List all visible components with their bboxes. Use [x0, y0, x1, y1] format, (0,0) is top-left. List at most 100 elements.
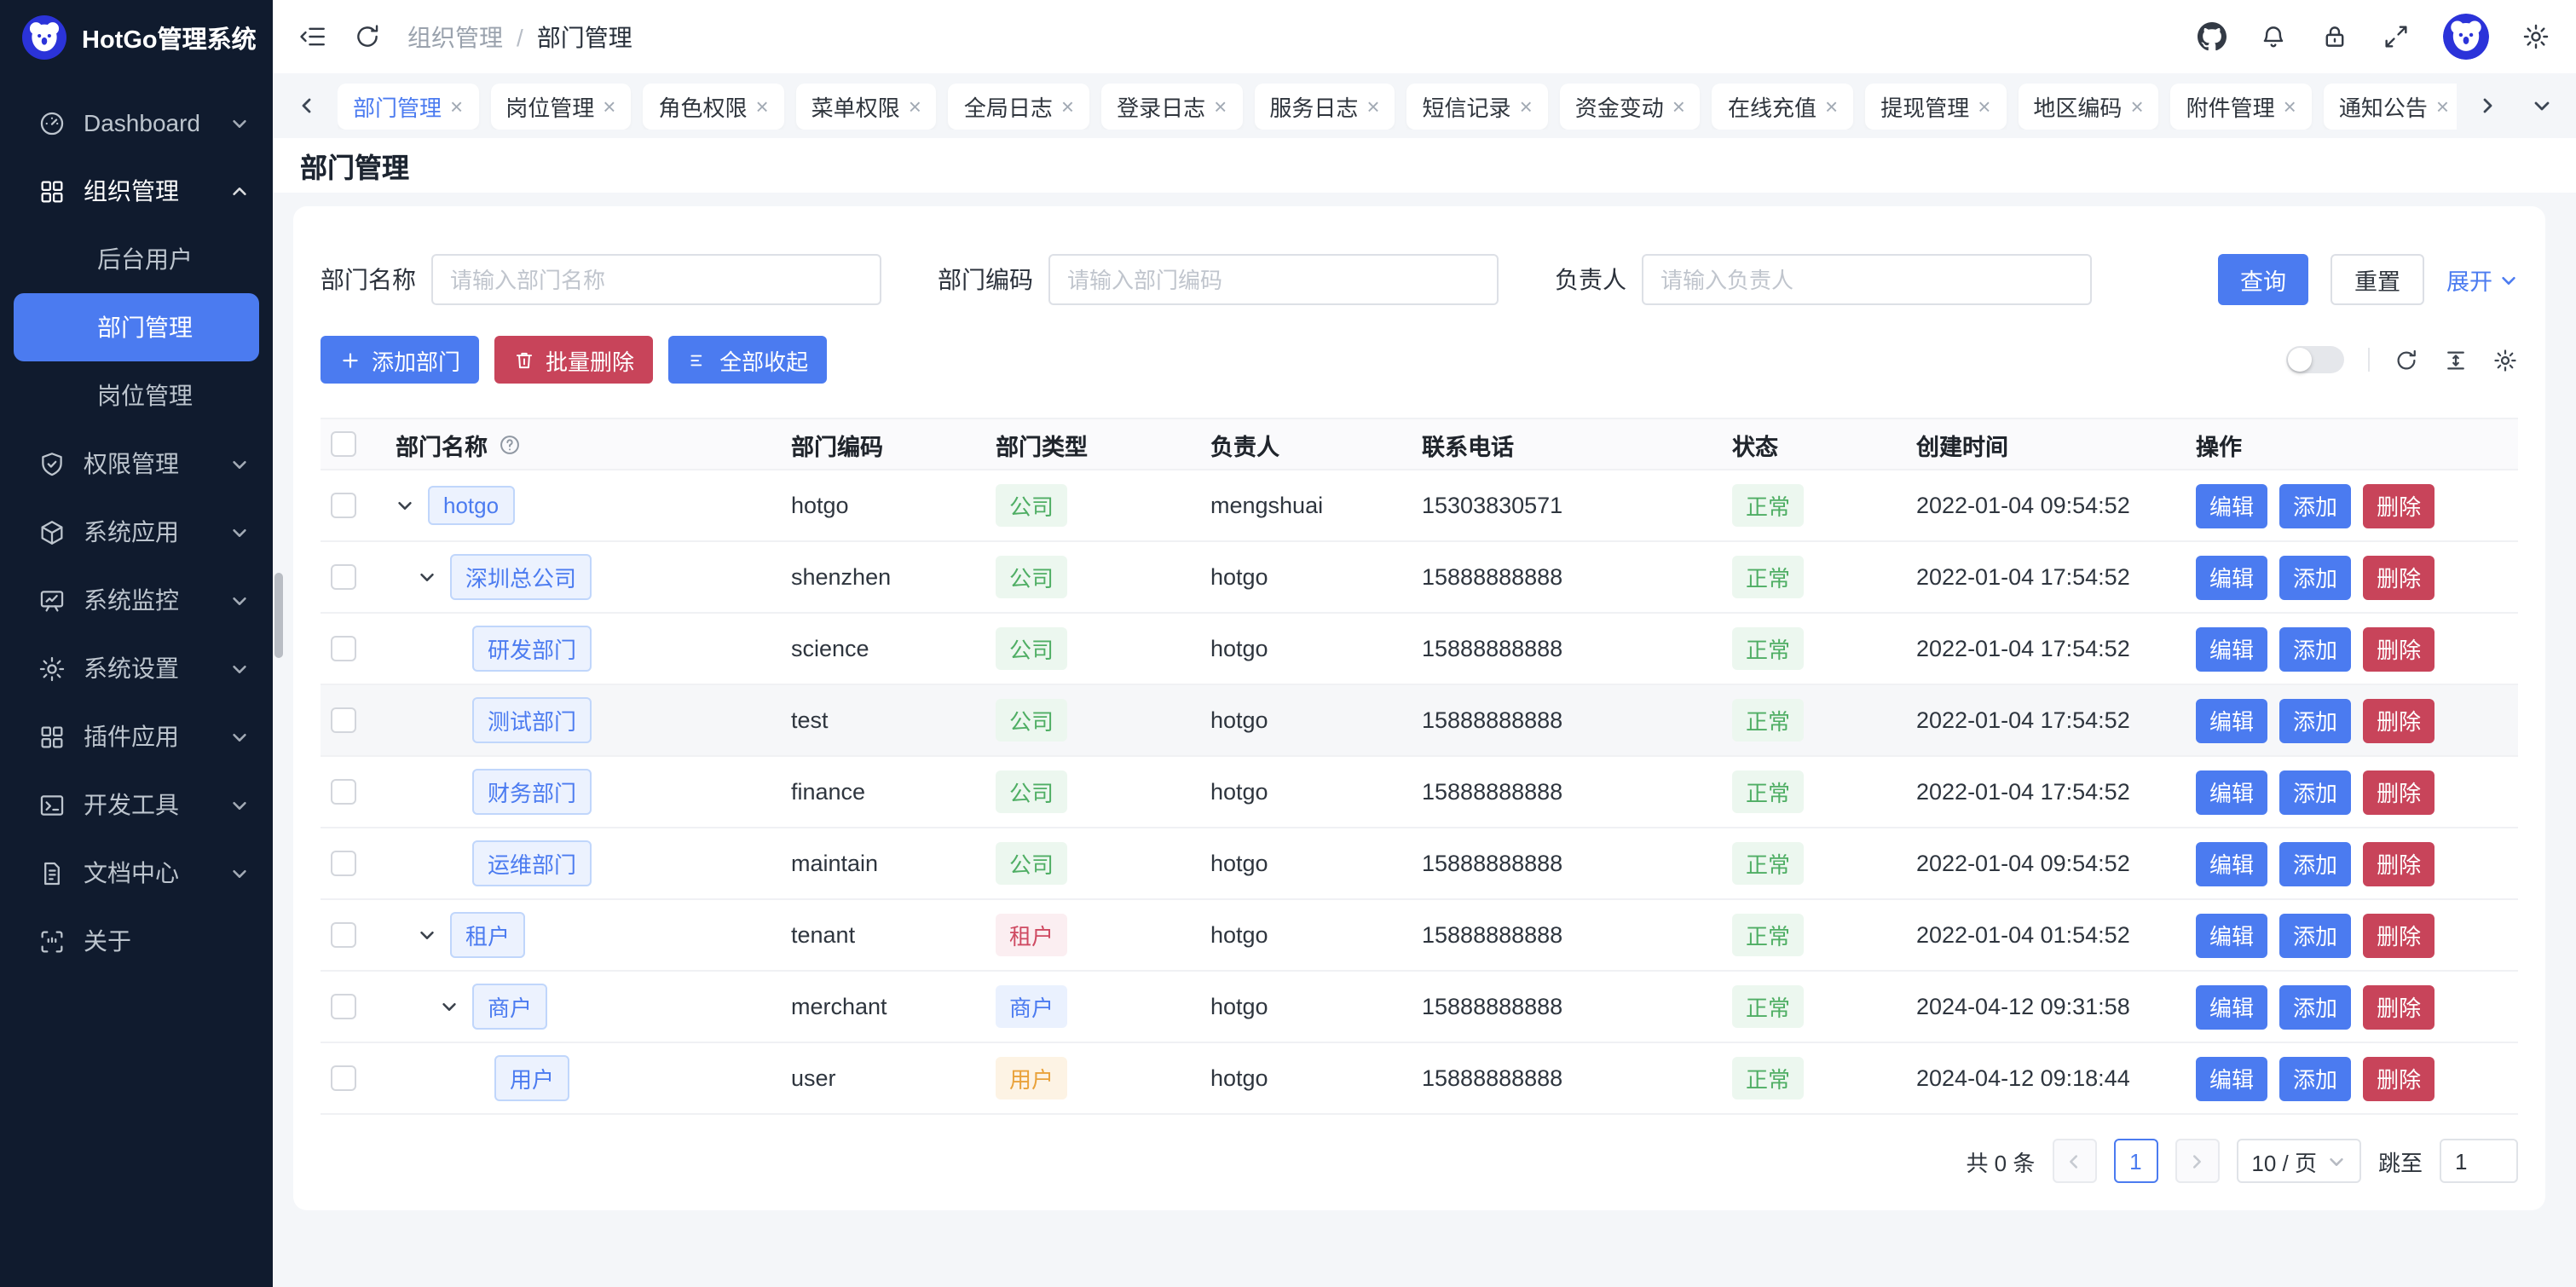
dept-name-input[interactable]	[431, 254, 881, 305]
department-name-badge[interactable]: 财务部门	[472, 769, 592, 815]
tab-close-icon[interactable]: ×	[1214, 93, 1227, 118]
collapse-sidebar-icon[interactable]	[298, 22, 327, 51]
add-button[interactable]: 添加	[2279, 555, 2351, 599]
leader-input[interactable]	[1642, 254, 2092, 305]
delete-button[interactable]: 删除	[2363, 770, 2434, 814]
tabs-scroll-left-icon[interactable]	[290, 83, 324, 129]
delete-button[interactable]: 删除	[2363, 913, 2434, 957]
tab-close-icon[interactable]: ×	[909, 93, 921, 118]
tab-close-icon[interactable]: ×	[1825, 93, 1838, 118]
tab[interactable]: 地区编码×	[2018, 83, 2158, 129]
add-button[interactable]: 添加	[2279, 984, 2351, 1029]
edit-button[interactable]: 编辑	[2196, 770, 2267, 814]
edit-button[interactable]: 编辑	[2196, 698, 2267, 742]
tab-close-icon[interactable]: ×	[1672, 93, 1685, 118]
sidebar-subitem[interactable]: 部门管理	[14, 293, 259, 361]
sidebar-subitem[interactable]: 岗位管理	[0, 361, 273, 430]
tab[interactable]: 岗位管理×	[490, 83, 631, 129]
tab[interactable]: 在线充值×	[1713, 83, 1853, 129]
reload-table-icon[interactable]	[2394, 347, 2419, 372]
delete-button[interactable]: 删除	[2363, 626, 2434, 671]
expand-row-chevron-icon[interactable]	[440, 995, 464, 1019]
row-checkbox[interactable]	[331, 779, 356, 805]
delete-button[interactable]: 删除	[2363, 698, 2434, 742]
sidebar-item-8[interactable]: 文档中心	[0, 839, 273, 907]
sidebar-item-2[interactable]: 权限管理	[0, 430, 273, 498]
add-button[interactable]: 添加	[2279, 841, 2351, 886]
sidebar-subitem[interactable]: 后台用户	[0, 225, 273, 293]
expand-row-chevron-icon[interactable]	[418, 565, 442, 589]
prev-page-button[interactable]	[2052, 1139, 2096, 1183]
user-avatar[interactable]	[2443, 14, 2489, 60]
delete-button[interactable]: 删除	[2363, 555, 2434, 599]
page-size-select[interactable]: 10 / 页	[2236, 1139, 2361, 1183]
next-page-button[interactable]	[2175, 1139, 2219, 1183]
tab-close-icon[interactable]: ×	[1520, 93, 1533, 118]
tab-close-icon[interactable]: ×	[2436, 93, 2449, 118]
sidebar-item-3[interactable]: 系统应用	[0, 498, 273, 566]
expand-row-chevron-icon[interactable]	[396, 493, 419, 517]
department-name-badge[interactable]: hotgo	[428, 486, 514, 525]
sidebar-item-1[interactable]: 组织管理	[0, 157, 273, 225]
sidebar-item-5[interactable]: 系统设置	[0, 634, 273, 702]
department-name-badge[interactable]: 用户	[494, 1055, 569, 1101]
edit-button[interactable]: 编辑	[2196, 626, 2267, 671]
row-checkbox[interactable]	[331, 922, 356, 948]
row-checkbox[interactable]	[331, 564, 356, 590]
github-icon[interactable]	[2198, 22, 2227, 51]
delete-button[interactable]: 删除	[2363, 483, 2434, 528]
expand-filters-link[interactable]: 展开	[2446, 263, 2518, 297]
tab[interactable]: 登录日志×	[1101, 83, 1242, 129]
page-number-button[interactable]: 1	[2113, 1139, 2157, 1183]
tab[interactable]: 部门管理×	[338, 83, 478, 129]
logo[interactable]: HotGo管理系统	[0, 0, 273, 75]
edit-button[interactable]: 编辑	[2196, 984, 2267, 1029]
edit-button[interactable]: 编辑	[2196, 913, 2267, 957]
row-checkbox[interactable]	[331, 994, 356, 1019]
tab[interactable]: 提现管理×	[1865, 83, 2006, 129]
tab-close-icon[interactable]: ×	[603, 93, 615, 118]
row-checkbox[interactable]	[331, 851, 356, 876]
tab[interactable]: 短信记录×	[1407, 83, 1548, 129]
tab[interactable]: 角色权限×	[643, 83, 783, 129]
search-button[interactable]: 查询	[2218, 254, 2308, 305]
help-circle-icon[interactable]	[498, 432, 522, 456]
row-height-icon[interactable]	[2443, 347, 2469, 372]
tab[interactable]: 菜单权限×	[796, 83, 937, 129]
add-button[interactable]: 添加	[2279, 483, 2351, 528]
edit-button[interactable]: 编辑	[2196, 483, 2267, 528]
tab-close-icon[interactable]: ×	[755, 93, 768, 118]
delete-button[interactable]: 删除	[2363, 984, 2434, 1029]
department-name-badge[interactable]: 深圳总公司	[450, 554, 592, 600]
department-name-badge[interactable]: 研发部门	[472, 626, 592, 672]
sidebar-item-6[interactable]: 插件应用	[0, 702, 273, 770]
add-department-button[interactable]: 添加部门	[321, 336, 479, 384]
tab-close-icon[interactable]: ×	[1978, 93, 1990, 118]
fullscreen-icon[interactable]	[2382, 22, 2411, 51]
delete-button[interactable]: 删除	[2363, 1056, 2434, 1100]
tab-close-icon[interactable]: ×	[1366, 93, 1379, 118]
row-checkbox[interactable]	[331, 636, 356, 661]
tab[interactable]: 附件管理×	[2171, 83, 2312, 129]
select-all-checkbox[interactable]	[331, 431, 356, 457]
notification-bell-icon[interactable]	[2259, 22, 2288, 51]
row-checkbox[interactable]	[331, 707, 356, 733]
department-name-badge[interactable]: 租户	[450, 912, 525, 958]
add-button[interactable]: 添加	[2279, 626, 2351, 671]
tab[interactable]: 全局日志×	[949, 83, 1089, 129]
breadcrumb-parent[interactable]: 组织管理	[407, 20, 503, 54]
tab[interactable]: 资金变动×	[1560, 83, 1701, 129]
collapse-all-button[interactable]: 全部收起	[668, 336, 827, 384]
lock-screen-icon[interactable]	[2320, 22, 2349, 51]
tab-close-icon[interactable]: ×	[2284, 93, 2296, 118]
tabs-menu-dropdown-icon[interactable]	[2525, 83, 2559, 129]
batch-delete-button[interactable]: 批量删除	[494, 336, 653, 384]
department-name-badge[interactable]: 商户	[472, 984, 547, 1030]
settings-gear-icon[interactable]	[2521, 22, 2550, 51]
tab-close-icon[interactable]: ×	[450, 93, 463, 118]
add-button[interactable]: 添加	[2279, 770, 2351, 814]
add-button[interactable]: 添加	[2279, 698, 2351, 742]
refresh-page-icon[interactable]	[353, 22, 382, 51]
jump-to-page-input[interactable]	[2440, 1139, 2518, 1183]
reset-button[interactable]: 重置	[2331, 254, 2424, 305]
